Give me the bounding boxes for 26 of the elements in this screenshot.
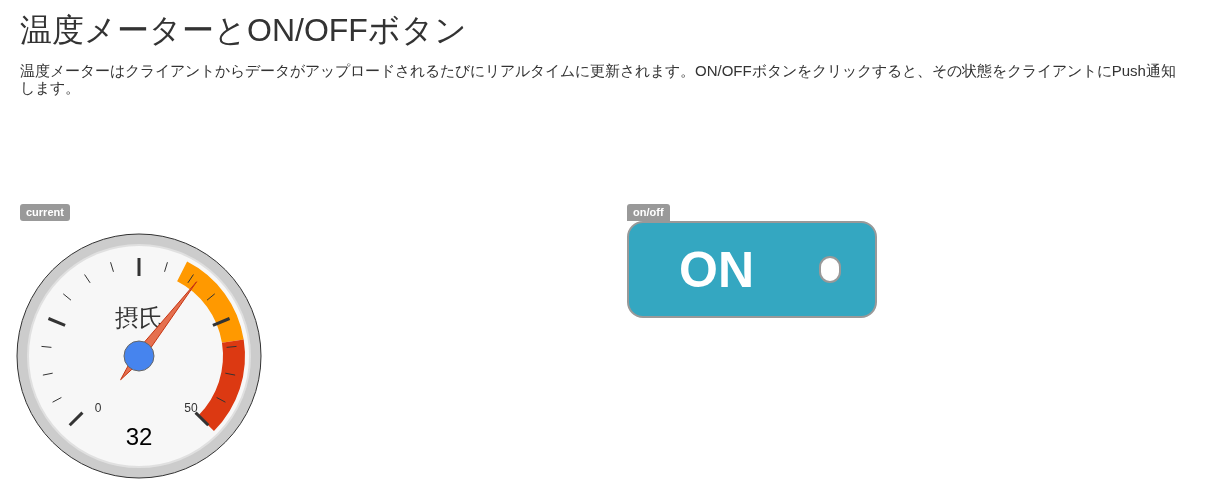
minor-tick [206,293,216,301]
major-tick [137,258,141,276]
minor-tick [84,274,91,284]
minor-tick [42,372,54,376]
label-badge: on/off [627,204,670,221]
toggle-switch[interactable]: ON [627,221,877,318]
minor-tick [62,293,72,301]
minor-tick [187,274,194,284]
minor-tick [224,372,236,376]
needle-hub [123,340,155,372]
minor-tick [226,345,238,348]
minor-tick [164,261,168,273]
scale-label: 0 [94,401,102,415]
major-tick [194,411,210,427]
major-tick [212,317,231,327]
major-tick [68,411,84,427]
minor-tick [110,261,114,273]
minor-tick [216,397,226,403]
minor-tick [40,345,52,348]
scale-label: 50 [184,401,198,415]
label-badge: current [20,204,70,221]
page-title: 温度メーターとON/OFFボタン [20,11,467,50]
value-reading: 32 [125,423,153,450]
major-tick [47,317,66,327]
description: 温度メーターはクライアントからデータがアップロードされるたびにリアルタイムに更新されます。ON/OFFボタンをクリックすると、その状態をクライアントにPush通知します。 [20,62,1177,96]
minor-tick [52,397,62,403]
